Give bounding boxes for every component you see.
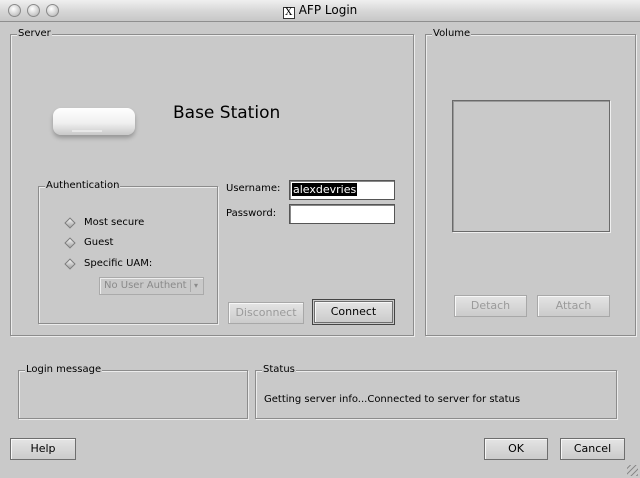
login-message-label: Login message (25, 363, 103, 377)
window-title: AFP Login (298, 3, 358, 17)
window-title-wrap: X AFP Login (0, 3, 640, 19)
chevron-down-icon: ▾ (190, 280, 201, 292)
ok-button[interactable]: OK (484, 438, 548, 460)
uam-select[interactable]: No User Authent ▾ (99, 277, 204, 295)
volume-group-label: Volume (432, 27, 472, 41)
authentication-group: Authentication (38, 179, 218, 324)
connect-button[interactable]: Connect (312, 299, 395, 325)
cancel-button[interactable]: Cancel (560, 438, 625, 460)
radio-specific-uam-label: Specific UAM: (84, 258, 153, 269)
radio-most-secure-label: Most secure (84, 217, 145, 228)
volume-list[interactable] (452, 100, 610, 232)
username-label: Username: (226, 183, 281, 194)
radio-guest-label: Guest (84, 237, 114, 248)
resize-grip-icon[interactable] (627, 465, 638, 476)
detach-button[interactable]: Detach (454, 295, 527, 317)
status-text: Getting server info...Connected to serve… (264, 394, 521, 405)
authentication-group-label: Authentication (45, 179, 121, 193)
username-field[interactable]: alexdevries (289, 180, 395, 200)
base-station-icon (50, 100, 138, 140)
status-label: Status (262, 363, 296, 377)
login-message-group: Login message (18, 363, 248, 419)
x11-icon: X (282, 7, 295, 19)
password-field[interactable] (289, 204, 395, 224)
attach-button[interactable]: Attach (537, 295, 610, 317)
disconnect-button[interactable]: Disconnect (228, 302, 304, 324)
username-value: alexdevries (292, 183, 358, 196)
server-group-label: Server (17, 27, 52, 41)
uam-select-value: No User Authent (104, 280, 187, 291)
station-name: Base Station (173, 103, 281, 123)
title-bar: X AFP Login (0, 0, 640, 22)
help-button[interactable]: Help (10, 438, 76, 460)
password-label: Password: (226, 208, 277, 219)
